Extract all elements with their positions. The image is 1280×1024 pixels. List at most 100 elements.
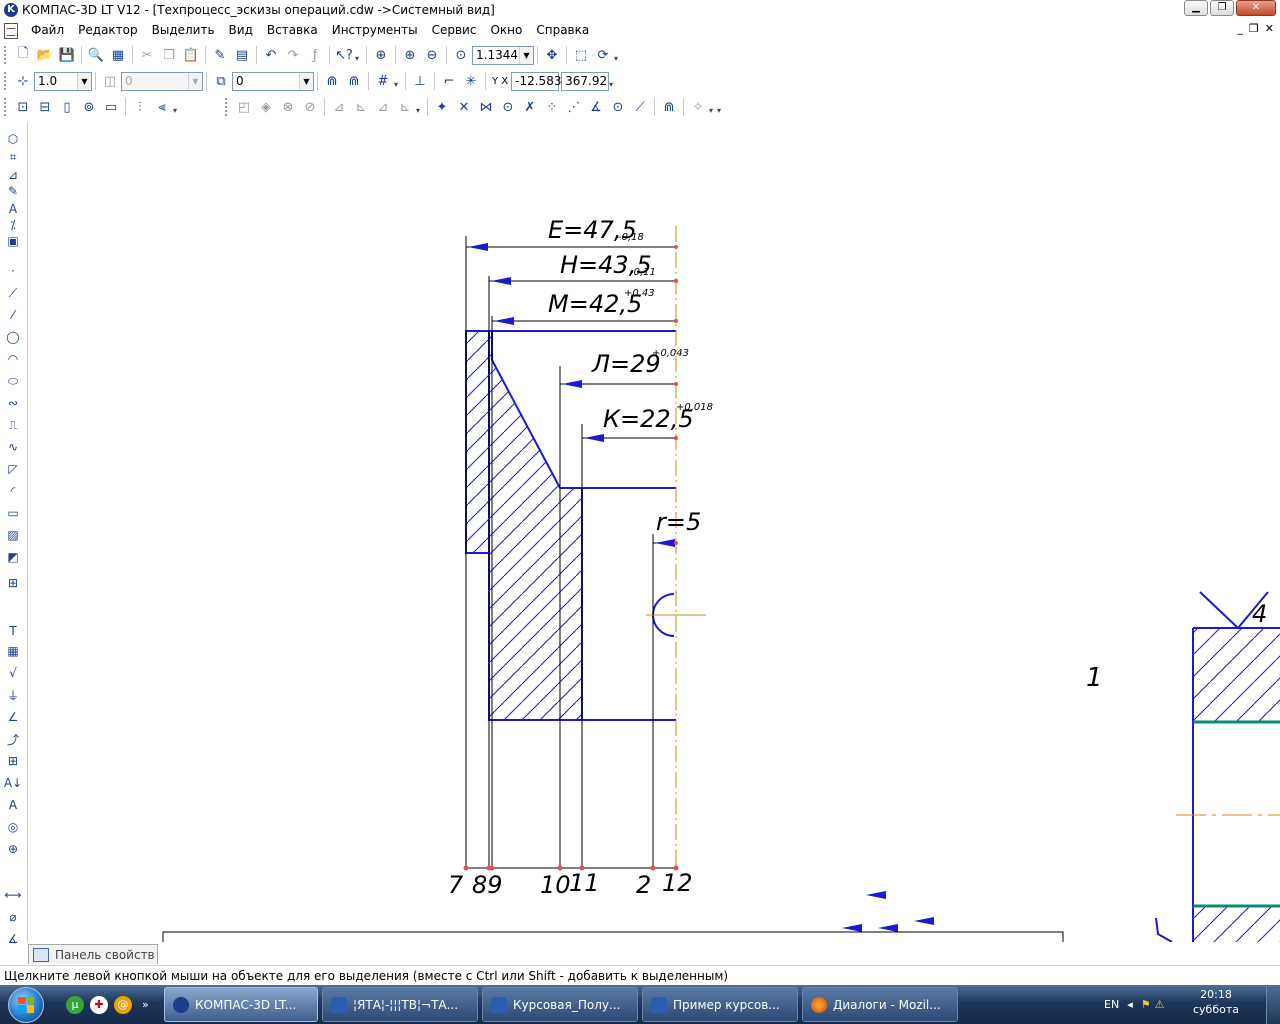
copy-icon[interactable]: ❐ — [158, 44, 180, 66]
drawing-area[interactable]: Е=47,5 -0,18 Н=43,5 -0,11 М=42,5 +0,43 Л… — [28, 122, 1280, 942]
snap-point-icon[interactable]: ⁘ — [541, 96, 563, 118]
toolbar-grip[interactable] — [4, 46, 8, 64]
diameter-dimension-tool-icon[interactable]: ⌀ — [3, 908, 23, 926]
dim-r-text[interactable]: r=5 — [656, 508, 701, 536]
snap-normal-icon[interactable]: ⊙ — [497, 96, 519, 118]
refresh-icon[interactable]: ⟳ — [592, 44, 614, 66]
network-icon[interactable]: ⚑ — [1141, 998, 1151, 1011]
chamfer-tool-icon[interactable]: ◸ — [3, 460, 23, 478]
chevron-down-icon[interactable]: ▾ — [394, 70, 402, 92]
segment-tool-icon[interactable]: ⁄ — [3, 306, 23, 324]
toolbar-grip[interactable] — [4, 72, 8, 90]
view-icon[interactable]: ⊟ — [34, 96, 56, 118]
circle-tool-icon[interactable]: ◯ — [3, 328, 23, 346]
position-tool-icon[interactable]: ⤴ — [3, 730, 23, 748]
toolbar-more-icon[interactable]: ▾ — [609, 70, 617, 92]
undo-icon[interactable]: ↶ — [260, 44, 282, 66]
hatch-tool-icon[interactable]: ▨ — [3, 526, 23, 544]
snap-on-curve-icon[interactable]: ⟋ — [629, 96, 651, 118]
angle-combo[interactable]: 0 ▼ — [121, 71, 203, 91]
arc-tool-icon[interactable]: ◠ — [3, 350, 23, 368]
tolerance-tool-icon[interactable]: ⊞ — [3, 752, 23, 770]
snap-alignment-icon[interactable]: ✗ — [519, 96, 541, 118]
select-tab-icon[interactable]: ▣ — [3, 232, 23, 250]
start-button[interactable] — [0, 985, 52, 1024]
view-icon[interactable]: ⫷ — [151, 96, 173, 118]
properties-panel-tab[interactable]: Панель свойств — [28, 944, 158, 964]
point-tool-icon[interactable]: · — [3, 262, 23, 280]
zoom-scale-icon[interactable]: ⊙ — [450, 44, 472, 66]
snap-icon[interactable]: ⊗ — [277, 96, 299, 118]
view-icon[interactable]: ⊡ — [12, 96, 34, 118]
task-firefox[interactable]: Диалоги - Mozil... — [802, 987, 958, 1022]
properties-icon[interactable]: ✎ — [209, 44, 231, 66]
snap-icon[interactable]: ⊘ — [299, 96, 321, 118]
snap-icon[interactable]: ⊾ — [350, 96, 372, 118]
view-icon[interactable]: ⊚ — [78, 96, 100, 118]
save-icon[interactable]: 💾 — [56, 44, 78, 66]
view-icon[interactable]: ▯ — [56, 96, 78, 118]
dimensions-tab-icon[interactable]: ⌗ — [3, 148, 23, 166]
show-desktop-button[interactable] — [1266, 985, 1280, 1024]
grid-icon[interactable]: # — [372, 70, 394, 92]
step-combo[interactable]: 1.0 ▼ — [34, 71, 92, 91]
redo-icon[interactable]: ↷ — [282, 44, 304, 66]
task-word-3[interactable]: Пример курсов... — [642, 987, 798, 1022]
snap-center-icon[interactable]: ⊙ — [607, 96, 629, 118]
security-icon[interactable]: ⚠ — [1155, 998, 1165, 1011]
first-aid-icon[interactable]: ✚ — [90, 995, 108, 1014]
fill-tool-icon[interactable]: ◩ — [3, 548, 23, 566]
show-all-icon[interactable]: ⬚ — [570, 44, 592, 66]
local-cs-icon[interactable]: ⊥ — [409, 70, 431, 92]
snap-magnet-icon[interactable]: ⋒ — [658, 96, 680, 118]
menu-view[interactable]: Вид — [222, 20, 260, 41]
ortho-icon[interactable]: ⌐ — [438, 70, 460, 92]
minimize-button[interactable]: ▁ — [1184, 0, 1208, 16]
snap-angle-icon[interactable]: ⋰ — [563, 96, 585, 118]
round-coords-icon[interactable]: ✳ — [460, 70, 482, 92]
menu-select[interactable]: Выделить — [145, 20, 222, 41]
linear-dimension-tool-icon[interactable]: ⟷ — [3, 886, 23, 904]
toolbar-grip[interactable] — [225, 98, 229, 116]
cut-line-tool-icon[interactable]: A — [3, 796, 23, 814]
snap-extra-icon[interactable]: ✧ — [687, 96, 709, 118]
aux-line-tool-icon[interactable]: ⟋ — [3, 284, 23, 302]
print-preview-icon[interactable]: 🔍 — [85, 44, 107, 66]
bezier-tool-icon[interactable]: ∿ — [3, 438, 23, 456]
snap-magnet-icon[interactable]: ⋒ — [321, 70, 343, 92]
toolbar-more-icon[interactable]: ▾ — [355, 44, 363, 66]
base-tool-icon[interactable]: ⏚ — [3, 686, 23, 704]
collection-tool-icon[interactable]: ⊞ — [3, 574, 23, 592]
function-icon[interactable]: ƒ — [304, 44, 326, 66]
leader-tool-icon[interactable]: ∠ — [3, 708, 23, 726]
ellipse-tool-icon[interactable]: ⬭ — [3, 372, 23, 390]
chevron-down-icon[interactable]: ▾ — [709, 96, 717, 118]
toolbar-more-icon[interactable]: ▾ — [173, 96, 181, 118]
open-file-icon[interactable]: 📂 — [34, 44, 56, 66]
cursor-step-icon[interactable]: ⊹ — [12, 70, 34, 92]
restore-button[interactable]: ❐ — [1210, 0, 1234, 16]
local-snap-icon[interactable]: ⋒ — [343, 70, 365, 92]
fillet-tool-icon[interactable]: ◜ — [3, 482, 23, 500]
new-file-icon[interactable]: 🗋 — [12, 44, 34, 66]
coord-x-field[interactable]: -12.583 — [511, 71, 561, 91]
roughness-tool-icon[interactable]: √ — [3, 664, 23, 682]
snap-nearest-point-icon[interactable]: ✦ — [431, 96, 453, 118]
toolbar-more-icon[interactable]: ▾ — [614, 44, 622, 66]
view-arrow-tool-icon[interactable]: A↓ — [3, 774, 23, 792]
edit-tab-icon[interactable]: ✎ — [3, 182, 23, 200]
task-word-1[interactable]: ¦ЯТА¦-¦¦¦ТВ¦¬ТА... — [322, 987, 478, 1022]
detail-view-tool-icon[interactable]: ◎ — [3, 818, 23, 836]
menu-window[interactable]: Окно — [483, 20, 529, 41]
view-icon[interactable]: ⫶ — [129, 96, 151, 118]
task-word-2[interactable]: Курсовая_Полу... — [482, 987, 638, 1022]
rectangle-tool-icon[interactable]: ▭ — [3, 504, 23, 522]
toolbar-more-icon[interactable]: ▾ — [717, 96, 725, 118]
polyline-tool-icon[interactable]: ⎍ — [3, 416, 23, 434]
print-icon[interactable]: ▦ — [107, 44, 129, 66]
coord-y-field[interactable]: 367.92 — [561, 71, 610, 91]
menu-help[interactable]: Справка — [529, 20, 596, 41]
angle-step-icon[interactable]: ◫ — [99, 70, 121, 92]
variables-icon[interactable]: ▤ — [231, 44, 253, 66]
toolbar-more-icon[interactable]: ▾ — [416, 96, 424, 118]
